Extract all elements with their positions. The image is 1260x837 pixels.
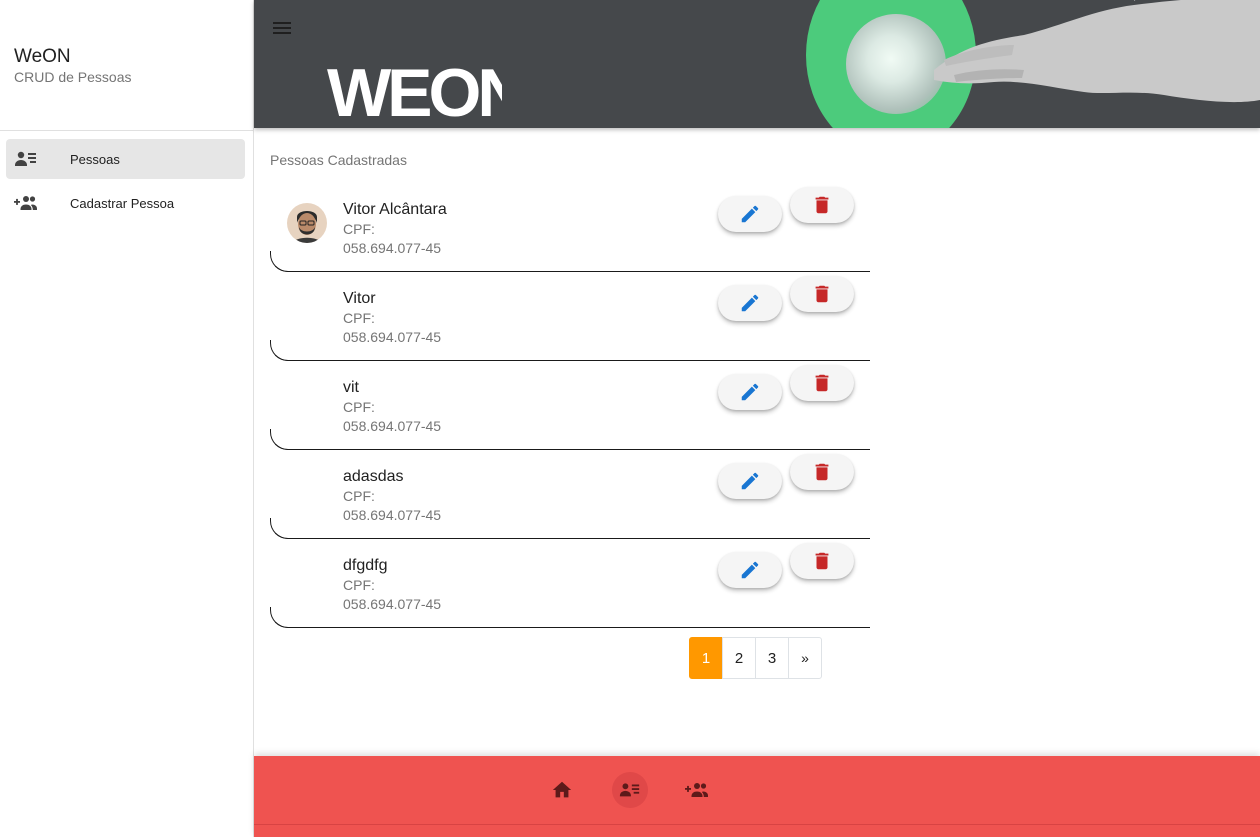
bottom-nav: [254, 756, 1260, 837]
cpf-label: CPF:: [343, 577, 375, 593]
delete-button[interactable]: [790, 454, 854, 490]
edit-button[interactable]: [718, 463, 782, 499]
main-content: Pessoas Cadastradas Vitor Alcântara CPF:…: [254, 128, 1260, 756]
logo-text: WEON: [327, 60, 502, 120]
cpf-value: 058.694.077-45: [343, 329, 442, 345]
sidebar-item-cadastrar-pessoa[interactable]: Cadastrar Pessoa: [6, 183, 245, 223]
list-item: vit CPF: 058.694.077-45: [270, 361, 870, 450]
pencil-icon: [741, 561, 759, 579]
trash-icon: [815, 374, 829, 392]
trash-icon: [815, 552, 829, 570]
add-group-icon: [14, 196, 37, 210]
person-name: vit: [343, 379, 359, 396]
cpf-label: CPF:: [343, 310, 375, 326]
person-name: adasdas: [343, 468, 404, 485]
delete-button[interactable]: [790, 187, 854, 223]
cpf-label: CPF:: [343, 488, 375, 504]
app-subtitle: CRUD de Pessoas: [14, 69, 132, 85]
list-item: dfgdfg CPF: 058.694.077-45: [270, 539, 870, 628]
sidebar: WeON CRUD de Pessoas Pessoas Cadastrar P…: [0, 0, 254, 837]
person-name: Vitor: [343, 290, 376, 307]
page-1-button[interactable]: 1: [689, 637, 723, 679]
person-list-icon: [619, 783, 640, 797]
avatar: [287, 203, 327, 243]
cpf-label: CPF:: [343, 221, 375, 237]
cpf-value: 058.694.077-45: [343, 596, 442, 612]
page-2-button[interactable]: 2: [722, 637, 756, 679]
cpf-value: 058.694.077-45: [343, 240, 442, 256]
person-name: dfgdfg: [343, 557, 388, 574]
page-3-button[interactable]: 3: [755, 637, 789, 679]
pencil-icon: [741, 472, 759, 490]
list-item: adasdas CPF: 058.694.077-45: [270, 450, 870, 539]
sidebar-item-label: Pessoas: [70, 151, 120, 167]
delete-button[interactable]: [790, 365, 854, 401]
edit-button[interactable]: [718, 285, 782, 321]
trash-icon: [815, 463, 829, 481]
list-item: Vitor Alcântara CPF: 058.694.077-45: [270, 183, 870, 272]
header-banner: WEON: [254, 0, 1260, 128]
delete-button[interactable]: [790, 276, 854, 312]
sidebar-header: WeON CRUD de Pessoas: [0, 0, 253, 131]
person-list-icon: [15, 151, 36, 166]
pencil-icon: [741, 294, 759, 312]
trash-icon: [815, 285, 829, 303]
person-name: Vitor Alcântara: [343, 201, 447, 218]
cpf-value: 058.694.077-45: [343, 507, 442, 523]
sidebar-item-label: Cadastrar Pessoa: [70, 195, 175, 211]
edit-button[interactable]: [718, 196, 782, 232]
edit-button[interactable]: [718, 552, 782, 588]
home-button[interactable]: [544, 772, 580, 808]
pencil-icon: [741, 383, 759, 401]
pencil-icon: [741, 205, 759, 223]
footer-divider: [254, 824, 1260, 825]
sidebar-nav: Pessoas Cadastrar Pessoa: [0, 131, 253, 223]
cpf-value: 058.694.077-45: [343, 418, 442, 434]
app-title: WeON: [14, 46, 71, 67]
add-group-icon: [685, 783, 708, 797]
weon-logo: WEON: [327, 60, 502, 120]
sidebar-item-pessoas[interactable]: Pessoas: [6, 139, 245, 179]
people-list: Vitor Alcântara CPF: 058.694.077-45 Vito…: [270, 183, 870, 628]
pagination: 1 2 3 »: [689, 637, 822, 679]
home-icon: [552, 781, 572, 798]
hamburger-menu-icon[interactable]: [270, 16, 294, 40]
section-title: Pessoas Cadastradas: [270, 152, 407, 168]
trash-icon: [815, 196, 829, 214]
next-page-button[interactable]: »: [788, 637, 822, 679]
cpf-label: CPF:: [343, 399, 375, 415]
add-person-button[interactable]: [679, 772, 715, 808]
list-item: Vitor CPF: 058.694.077-45: [270, 272, 870, 361]
people-list-button[interactable]: [612, 772, 648, 808]
delete-button[interactable]: [790, 543, 854, 579]
edit-button[interactable]: [718, 374, 782, 410]
light-bulb-image: [846, 14, 946, 114]
hand-image: [934, 0, 1260, 103]
